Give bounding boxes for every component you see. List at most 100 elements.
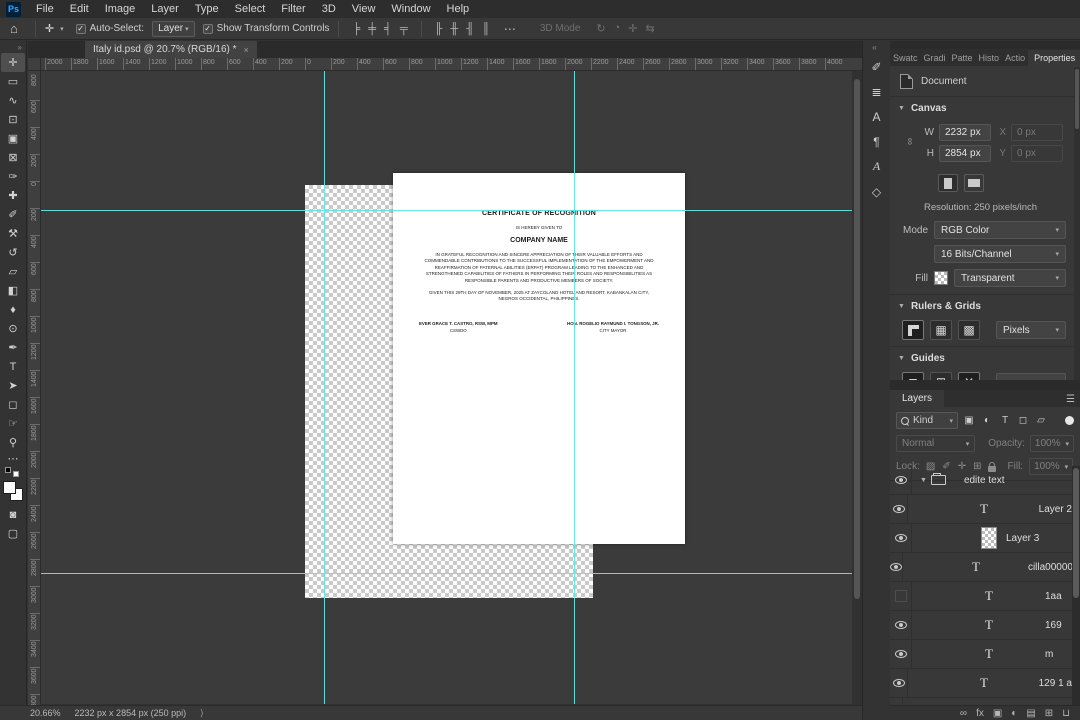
clear-guides-button[interactable]: ✕ — [958, 372, 980, 380]
canvas-section-header[interactable]: ▼ Canvas — [890, 96, 1074, 118]
status-options-icon[interactable]: ⟩ — [200, 708, 204, 719]
align-icon[interactable]: ╪ — [364, 23, 380, 35]
tool-button[interactable]: ✛ — [1, 53, 25, 72]
certificate-page-layer[interactable]: CERTIFICATE OF RECOGNITION IS HEREBY GIV… — [393, 173, 685, 544]
fill-dropdown[interactable]: Transparent ▾ — [954, 269, 1066, 287]
foreground-background-swatches[interactable] — [3, 481, 23, 501]
layer-name[interactable]: 129 1 a — [1039, 678, 1072, 689]
menu-item[interactable]: Image — [97, 0, 144, 18]
distribute-icon[interactable]: ╫ — [446, 23, 462, 35]
horizontal-ruler[interactable]: 2000 1800 1600 1400 1200 1000 800 600 400 200 0 200… — [41, 58, 862, 71]
visibility-toggle[interactable] — [890, 495, 909, 523]
layer-name[interactable]: 1aa — [1045, 591, 1062, 602]
edit-toolbar-icon[interactable]: ⋯ — [0, 452, 26, 465]
default-colors-icon[interactable] — [5, 467, 21, 477]
align-icon[interactable]: ╡ — [380, 23, 396, 35]
tool-button[interactable]: ▱ — [1, 262, 25, 281]
quick-mask-button[interactable]: ◙ — [1, 505, 25, 524]
toggle-rulers-button[interactable] — [902, 320, 924, 340]
rulers-grids-section-header[interactable]: ▼ Rulers & Grids — [890, 294, 1074, 316]
menu-item[interactable]: Filter — [273, 0, 313, 18]
expand-panels-icon[interactable]: « — [863, 41, 890, 53]
collapse-toolbar-icon[interactable]: » — [0, 41, 26, 53]
auto-select-target-dropdown[interactable]: Layer ▾ — [152, 20, 195, 37]
toggle-subdivisions-button[interactable]: ▩ — [958, 320, 980, 340]
more-options-icon[interactable]: ⋯ — [498, 22, 522, 36]
vertical-scrollbar[interactable] — [852, 71, 862, 704]
toggle-grid-button[interactable]: ▦ — [930, 320, 952, 340]
auto-select-checkbox[interactable]: ✓ Auto-Select: — [75, 23, 144, 34]
layer-row[interactable]: ▼ T 129 1 a — [890, 669, 1072, 698]
home-icon[interactable]: ⌂ — [10, 21, 18, 36]
tab-layers[interactable]: Layers — [890, 390, 945, 407]
visibility-toggle[interactable] — [890, 669, 909, 697]
blend-mode-dropdown[interactable]: Normal ▾ — [896, 435, 976, 452]
visibility-toggle[interactable] — [890, 524, 912, 552]
canvas-viewport[interactable]: CERTIFICATE OF RECOGNITION IS HEREBY GIV… — [41, 71, 852, 704]
delete-layer-icon[interactable]: ⊔ — [1062, 707, 1070, 720]
zoom-level[interactable]: 20.66% — [30, 708, 61, 718]
fill-swatch[interactable] — [934, 271, 948, 285]
scrollbar-thumb[interactable] — [1073, 468, 1079, 598]
chevron-down-icon[interactable]: ▼ — [920, 477, 927, 484]
character-panel-icon[interactable]: A — [866, 106, 888, 128]
landscape-orientation-button[interactable] — [964, 174, 984, 192]
screen-mode-button[interactable]: ▢ — [1, 524, 25, 543]
foreground-color-swatch[interactable] — [3, 481, 16, 494]
menu-item[interactable]: 3D — [314, 0, 344, 18]
tool-button[interactable]: ⚲ — [1, 433, 25, 452]
layer-name[interactable]: cilla0000000...<<<<<<<0 d — [1028, 562, 1072, 573]
close-icon[interactable]: × — [244, 45, 249, 55]
tool-button[interactable]: ▣ — [1, 129, 25, 148]
new-layer-icon[interactable]: ⊞ — [1045, 707, 1053, 720]
filter-kind-dropdown[interactable]: Kind ▾ — [896, 412, 958, 429]
guide-style-dropdown[interactable]: ▾ — [996, 373, 1066, 380]
3d-panel-icon[interactable]: ◇ — [866, 181, 888, 203]
align-icon[interactable]: ╞ — [348, 23, 364, 35]
guides-section-header[interactable]: ▼ Guides — [890, 346, 1074, 368]
layer-row[interactable]: ▼ T 169 — [890, 611, 1072, 640]
layer-thumbnail[interactable] — [981, 527, 997, 549]
document-tab[interactable]: Italy id.psd @ 20.7% (RGB/16) * × — [85, 41, 257, 58]
panel-tab[interactable]: Gradi — [921, 50, 949, 66]
layer-row[interactable]: ▼ T Layer 3 — [890, 524, 1072, 553]
color-mode-dropdown[interactable]: RGB Color ▾ — [934, 221, 1066, 239]
checkbox-checked-icon[interactable]: ✓ — [202, 23, 213, 34]
menu-item[interactable]: Window — [383, 0, 438, 18]
width-field[interactable]: 2232 px — [939, 124, 991, 141]
link-dimensions-icon[interactable]: ∞ — [904, 138, 915, 145]
tool-button[interactable]: ✒ — [1, 338, 25, 357]
guide-vertical[interactable] — [574, 71, 575, 704]
layer-effects-icon[interactable]: fx — [976, 707, 984, 720]
menu-item[interactable]: Help — [439, 0, 478, 18]
panel-tab[interactable]: Properties — [1028, 50, 1080, 66]
tool-button[interactable]: ⊡ — [1, 110, 25, 129]
layer-row[interactable]: ▼ T edite text — [890, 466, 1072, 495]
distribute-icon[interactable]: ╟ — [431, 23, 447, 35]
tool-button[interactable]: ✚ — [1, 186, 25, 205]
panel-tab[interactable]: Patte — [949, 50, 976, 66]
layers-scrollbar[interactable] — [1072, 466, 1080, 705]
menu-item[interactable]: View — [344, 0, 384, 18]
filter-shape-layers-icon[interactable]: ◻ — [1015, 413, 1031, 429]
tool-button[interactable]: ◻ — [1, 395, 25, 414]
tool-button[interactable]: ↺ — [1, 243, 25, 262]
align-icon[interactable]: ╤ — [396, 23, 412, 35]
visibility-toggle[interactable] — [890, 466, 912, 494]
opacity-field[interactable]: 100% ▾ — [1029, 435, 1074, 452]
paragraph-panel-icon[interactable]: ¶ — [866, 131, 888, 153]
lock-guides-button[interactable]: ⊞ — [930, 372, 952, 380]
new-group-icon[interactable]: ▤ — [1026, 707, 1035, 720]
move-tool-icon[interactable]: ✛ — [45, 22, 54, 35]
tool-button[interactable]: ◧ — [1, 281, 25, 300]
ruler-units-dropdown[interactable]: Pixels ▾ — [996, 321, 1066, 339]
vertical-ruler[interactable]: 800 600 400 200 0 200 400 600 800 1000 1200 1400 160… — [28, 71, 41, 705]
properties-scrollbar[interactable] — [1074, 67, 1080, 380]
tool-button[interactable]: ⚒ — [1, 224, 25, 243]
adjustment-layer-icon[interactable]: ◐ — [1011, 707, 1017, 720]
visibility-toggle[interactable] — [890, 582, 912, 610]
tool-button[interactable]: ∿ — [1, 91, 25, 110]
chevron-down-icon[interactable]: ▾ — [60, 25, 64, 33]
menu-item[interactable]: Edit — [62, 0, 97, 18]
visibility-toggle[interactable] — [890, 553, 903, 581]
